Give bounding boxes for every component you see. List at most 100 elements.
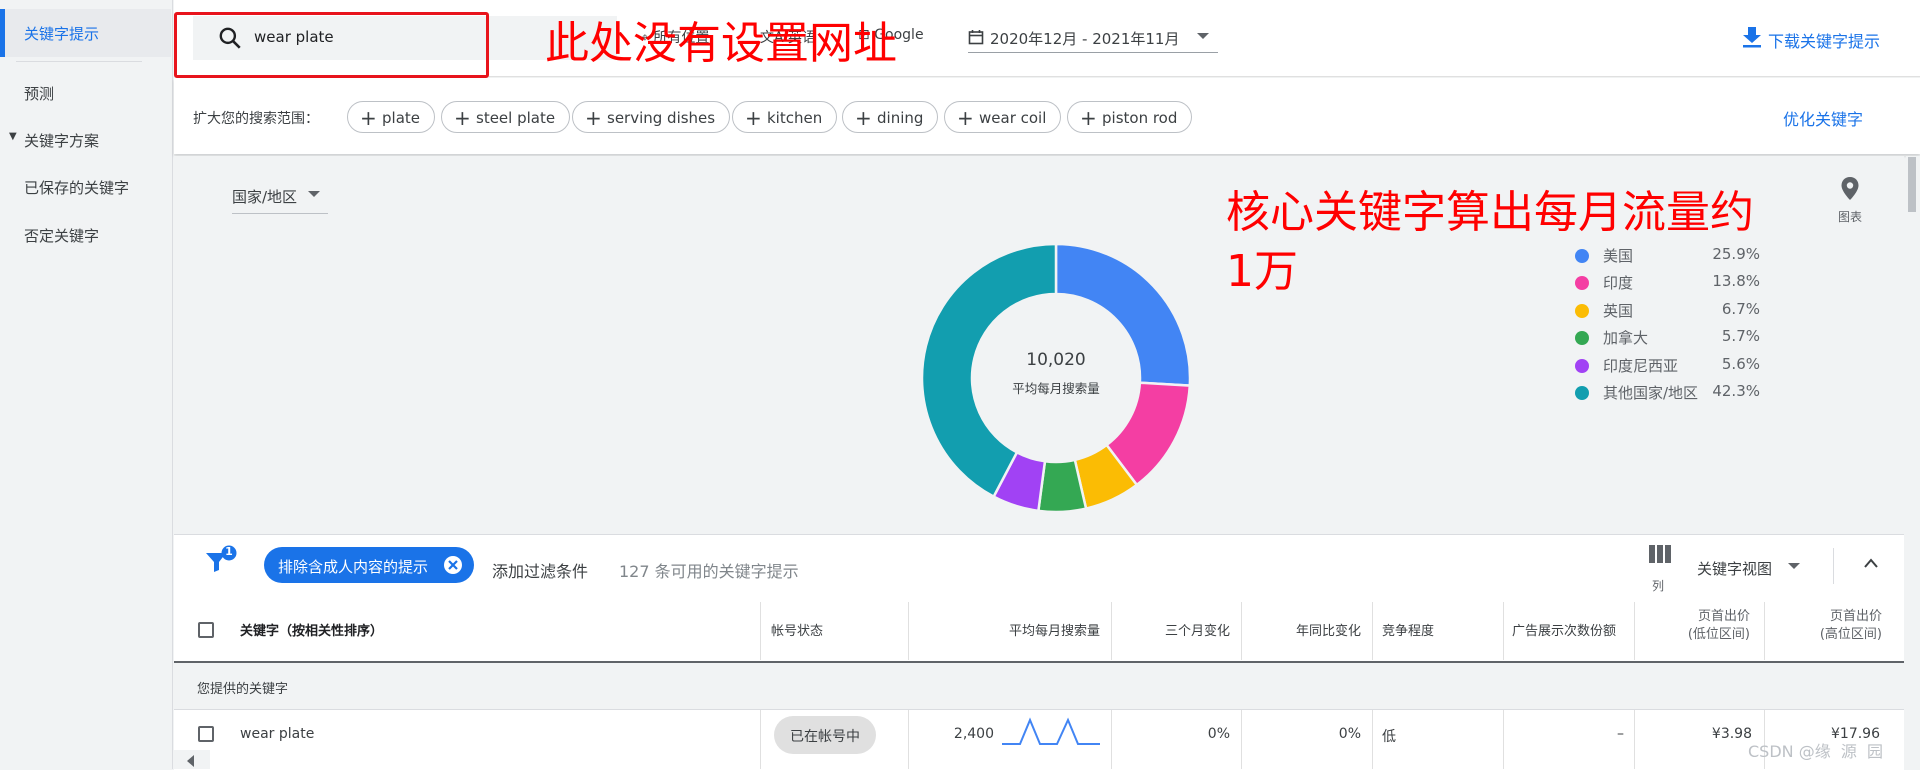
add-filter-button[interactable]: 添加过滤条件	[492, 558, 588, 582]
legend-value: 6.7%	[1721, 300, 1760, 318]
column-divider	[760, 602, 761, 660]
column-divider	[1634, 602, 1635, 660]
sidebar-item-keyword-ideas[interactable]: 关键字提示	[24, 23, 99, 44]
watermark: CSDN @缘 源 园	[1748, 742, 1884, 761]
donut-center-label: 平均每月搜索量	[1012, 381, 1100, 396]
chart-type-label: 图表	[1838, 210, 1863, 224]
filter-count-badge: 1	[225, 545, 233, 558]
row-3month: 0%	[1207, 726, 1230, 742]
row-keyword[interactable]: wear plate	[240, 726, 314, 742]
sidebar-item-forecast[interactable]: 预测	[24, 83, 54, 104]
plus-icon: +	[745, 106, 762, 130]
col-competition-header[interactable]: 竞争程度	[1382, 620, 1434, 639]
map-pin-icon[interactable]	[1840, 176, 1860, 202]
suggestion-chip[interactable]: + serving dishes	[572, 101, 731, 133]
column-divider	[1241, 602, 1242, 660]
row-checkbox[interactable]	[198, 726, 214, 742]
annotation-traffic-line1: 核心关键字算出每月流量约	[1226, 187, 1754, 238]
scrollbar-track[interactable]	[1906, 156, 1920, 769]
legend-value: 13.8%	[1712, 272, 1760, 290]
plus-icon: +	[1080, 106, 1097, 130]
view-dropdown-icon[interactable]	[1788, 563, 1800, 570]
legend-swatch	[1575, 249, 1589, 263]
legend-swatch	[1575, 386, 1589, 400]
region-dropdown-icon[interactable]	[308, 191, 320, 198]
suggestion-chip[interactable]: + plate	[347, 101, 435, 133]
collapse-icon[interactable]	[1863, 558, 1879, 568]
legend-swatch	[1575, 276, 1589, 290]
refine-keywords-button[interactable]: 优化关键字	[1783, 106, 1863, 130]
column-divider	[1372, 710, 1373, 769]
highlight-box	[174, 12, 489, 78]
column-divider	[1241, 710, 1242, 769]
date-range-selector[interactable]: 2020年12月 - 2021年11月	[990, 28, 1179, 49]
sidebar-item-saved-keywords[interactable]: 已保存的关键字	[24, 177, 129, 198]
calendar-icon	[968, 30, 984, 45]
download-icon[interactable]	[1742, 26, 1762, 48]
chevron-left-icon[interactable]	[187, 755, 195, 767]
annotation-no-url: 此处没有设置网址	[545, 18, 897, 69]
col-keyword-header[interactable]: 关键字（按相关性排序）	[240, 620, 383, 639]
plus-icon: +	[360, 106, 377, 130]
column-divider	[1111, 602, 1112, 660]
legend-label: 加拿大	[1603, 329, 1649, 347]
col-status-header[interactable]: 帐号状态	[771, 620, 823, 639]
row-yoy: 0%	[1338, 726, 1361, 742]
column-divider	[1764, 602, 1765, 660]
keyword-view-dropdown[interactable]: 关键字视图	[1697, 558, 1772, 579]
legend-label: 印度尼西亚	[1603, 357, 1679, 375]
scrollbar-thumb[interactable]	[1908, 157, 1916, 212]
sidebar: 关键字提示 预测 ▼ 关键字方案 已保存的关键字 否定关键字	[0, 0, 173, 769]
trend-sparkline	[1002, 717, 1100, 745]
legend-value: 5.7%	[1721, 327, 1760, 345]
donut-center-value: 10,020	[1026, 350, 1086, 370]
region-dropdown[interactable]: 国家/地区	[232, 186, 297, 207]
plus-icon: +	[585, 106, 602, 130]
column-divider	[908, 710, 909, 769]
sidebar-divider	[16, 61, 142, 62]
section-row	[174, 663, 1904, 710]
column-divider	[1503, 710, 1504, 769]
column-divider	[1372, 602, 1373, 660]
legend-label: 英国	[1603, 302, 1634, 320]
download-keywords-link[interactable]: 下载关键字提示	[1768, 28, 1880, 52]
columns-label: 列	[1652, 579, 1665, 593]
legend-value: 25.9%	[1712, 245, 1760, 263]
account-status-label: 已在帐号中	[790, 729, 860, 745]
suggestion-chip[interactable]: + wear coil	[944, 101, 1062, 133]
date-dropdown-icon[interactable]	[1196, 32, 1210, 40]
plus-icon: +	[957, 106, 974, 130]
legend-label: 印度	[1603, 274, 1634, 292]
sidebar-item-keyword-plans[interactable]: 关键字方案	[24, 130, 99, 151]
row-bid-low: ¥3.98	[1711, 726, 1752, 742]
region-underline	[232, 213, 328, 214]
select-all-checkbox[interactable]	[198, 622, 214, 638]
col-impression-header[interactable]: 广告展示次数份额	[1512, 620, 1626, 639]
col-bid-low-header[interactable]: 页首出价 (低位区间)	[1642, 608, 1750, 644]
expand-label: 扩大您的搜索范围：	[193, 111, 319, 127]
suggestion-chip[interactable]: + dining	[842, 101, 939, 133]
available-count: 127 条可用的关键字提示	[619, 562, 799, 581]
toolbar-divider	[1833, 548, 1834, 584]
columns-icon[interactable]	[1649, 545, 1671, 563]
row-avg-searches: 2,400	[953, 726, 994, 742]
exclude-adult-label: 排除含成人内容的提示	[278, 558, 429, 576]
date-underline	[968, 52, 1218, 53]
col-yoy-header[interactable]: 年同比变化	[1250, 620, 1361, 639]
column-divider	[1111, 710, 1112, 769]
col-bid-high-header[interactable]: 页首出价 (高位区间)	[1770, 608, 1882, 644]
suggestion-chip[interactable]: + kitchen	[732, 101, 838, 133]
legend-swatch	[1575, 331, 1589, 345]
suggestion-chip[interactable]: + piston rod	[1067, 101, 1193, 133]
close-icon[interactable]	[443, 555, 463, 575]
row-impression-share: –	[1617, 726, 1624, 742]
legend-value: 5.6%	[1721, 355, 1760, 373]
column-divider	[1503, 602, 1504, 660]
col-avg-header[interactable]: 平均每月搜索量	[920, 620, 1100, 639]
suggestion-chip[interactable]: + steel plate	[441, 101, 571, 133]
col-3month-header[interactable]: 三个月变化	[1120, 620, 1230, 639]
sidebar-caret-icon: ▼	[9, 131, 17, 142]
plus-icon: +	[454, 106, 471, 130]
sidebar-item-negative-keywords[interactable]: 否定关键字	[24, 225, 99, 246]
section-label: 您提供的关键字	[197, 682, 289, 697]
